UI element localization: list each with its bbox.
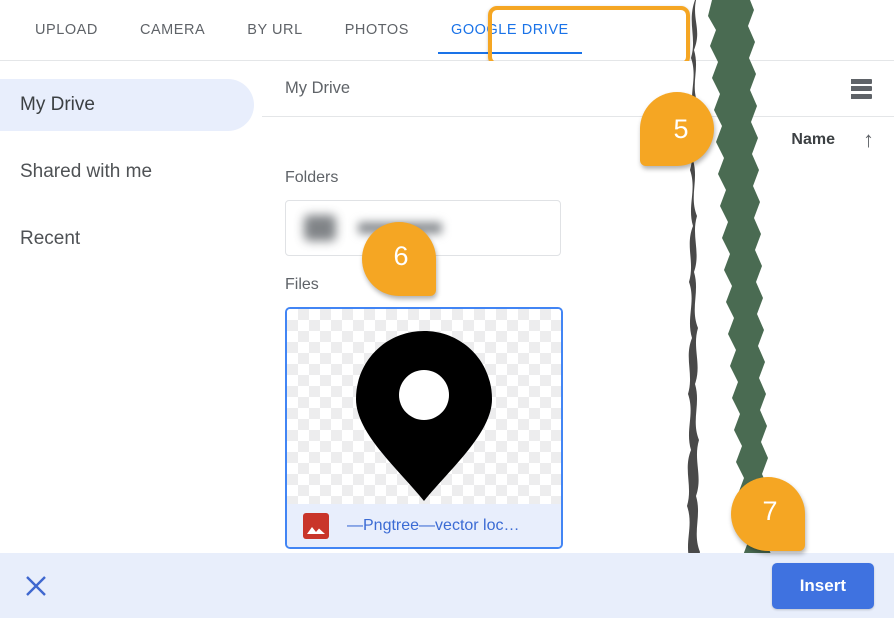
- sidebar-item-label: My Drive: [20, 94, 95, 115]
- file-name: —Pngtree—vector loc…: [347, 516, 520, 534]
- sidebar-item-label: Shared with me: [20, 161, 153, 182]
- tab-google-drive[interactable]: GOOGLE DRIVE: [430, 0, 590, 60]
- sidebar-item-shared-with-me[interactable]: Shared with me: [0, 146, 254, 198]
- sidebar-item-my-drive[interactable]: My Drive: [0, 79, 254, 131]
- location-pin-graphic: [356, 331, 492, 501]
- arrow-up-icon[interactable]: ↑: [863, 129, 874, 151]
- sidebar-item-label: Recent: [20, 228, 81, 249]
- list-view-icon[interactable]: [846, 78, 872, 99]
- drive-sidebar: My Drive Shared with me Recent: [0, 61, 262, 553]
- file-thumbnail: [287, 309, 561, 504]
- tab-photos[interactable]: PHOTOS: [324, 0, 430, 60]
- sidebar-item-recent[interactable]: Recent: [0, 213, 254, 265]
- breadcrumb[interactable]: My Drive: [285, 79, 350, 98]
- sort-row: Name ↑: [262, 117, 894, 163]
- tab-camera[interactable]: CAMERA: [119, 0, 226, 60]
- google-drive-file-picker: UPLOAD CAMERA BY URL PHOTOS GOOGLE DRIVE My …: [0, 0, 894, 618]
- dialog-footer: Insert: [0, 553, 894, 618]
- file-card[interactable]: —Pngtree—vector loc…: [285, 307, 563, 549]
- folder-icon: [304, 215, 336, 241]
- sort-column-name[interactable]: Name: [791, 131, 835, 149]
- files-section-label: Files: [285, 276, 319, 293]
- source-tab-bar: UPLOAD CAMERA BY URL PHOTOS GOOGLE DRIVE: [0, 0, 894, 61]
- tab-by-url[interactable]: BY URL: [226, 0, 323, 60]
- close-icon[interactable]: [20, 570, 52, 602]
- image-file-icon: [303, 512, 329, 539]
- file-card-label-row: —Pngtree—vector loc…: [287, 504, 561, 547]
- breadcrumb-row: My Drive: [262, 61, 894, 117]
- folder-row[interactable]: [285, 200, 561, 256]
- tab-upload[interactable]: UPLOAD: [14, 0, 119, 60]
- folders-section-label: Folders: [285, 169, 339, 186]
- drive-content-pane: My Drive Name ↑ Folders Files —Pngtree—v…: [262, 61, 894, 553]
- folder-name-blurred: [358, 222, 442, 234]
- insert-button[interactable]: Insert: [771, 562, 874, 609]
